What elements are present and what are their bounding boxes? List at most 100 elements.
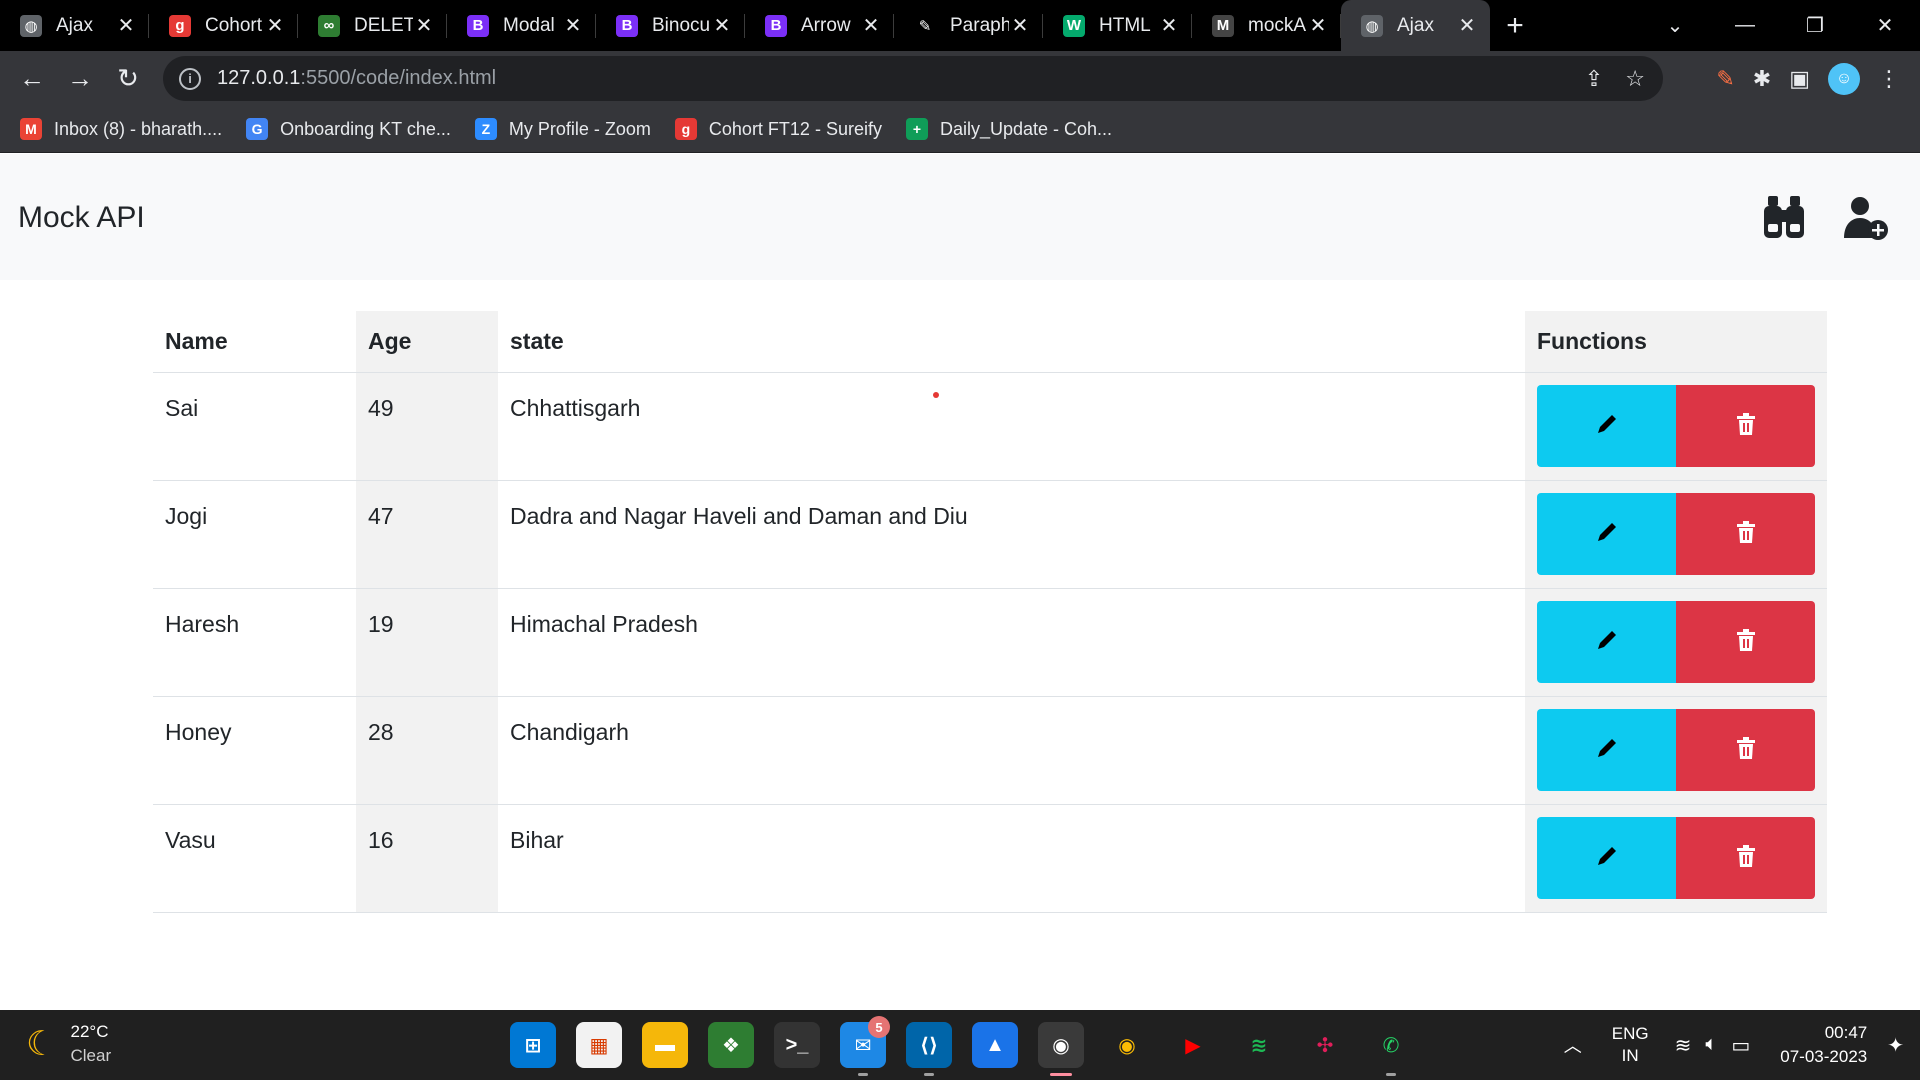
edit-button[interactable] — [1537, 600, 1676, 683]
pencil-icon — [1594, 411, 1620, 440]
tab-close-icon[interactable]: ✕ — [1009, 13, 1031, 38]
restore-button[interactable]: ❐ — [1780, 13, 1850, 38]
youtube-icon[interactable]: ▶ — [1170, 1022, 1216, 1068]
cell-age: 28 — [356, 696, 498, 805]
close-window-button[interactable]: ✕ — [1850, 13, 1920, 38]
browser-tab[interactable]: ∞ DELETE✕ — [298, 0, 447, 51]
share-icon[interactable]: ⇪ — [1585, 66, 1603, 92]
reload-button[interactable]: ↻ — [104, 55, 152, 103]
bookmark-label: Daily_Update - Coh... — [939, 118, 1113, 139]
browser-tab[interactable]: B Binocu ✕ — [596, 0, 745, 51]
vscode-icon[interactable]: ⟨⟩ — [906, 1022, 952, 1076]
trash-icon — [1736, 413, 1756, 438]
page-content: Mock API Name Age state Functions Sai 49… — [0, 154, 1920, 1010]
browser-tab[interactable]: ✎ Paraph ✕ — [894, 0, 1043, 51]
add-user-icon[interactable] — [1842, 194, 1890, 242]
delete-button[interactable] — [1676, 384, 1815, 467]
puzzle-extensions-icon[interactable]: ✱ — [1753, 66, 1771, 92]
bookmark-item[interactable]: M Inbox (8) - bharath.... — [20, 118, 222, 140]
widgets-icon[interactable]: ❖ — [708, 1022, 754, 1068]
notification-icon[interactable]: ✦ — [1887, 1033, 1904, 1058]
tab-search-icon[interactable]: ⌄ — [1640, 13, 1710, 38]
delete-button[interactable] — [1676, 600, 1815, 683]
browser-tab[interactable]: B Modal ✕ — [447, 0, 596, 51]
browser-tab[interactable]: ◍ Ajax ✕ — [1341, 0, 1490, 51]
minimize-button[interactable]: — — [1710, 14, 1780, 37]
edit-button[interactable] — [1537, 492, 1676, 575]
cell-age: 19 — [356, 588, 498, 697]
terminal-icon[interactable]: >_ — [774, 1022, 820, 1068]
tab-close-icon[interactable]: ✕ — [711, 13, 733, 38]
back-button[interactable]: ← — [8, 55, 56, 103]
binoculars-icon[interactable] — [1760, 194, 1808, 242]
cell-functions — [1525, 372, 1827, 481]
tab-close-icon[interactable]: ✕ — [1307, 13, 1329, 38]
delete-button[interactable] — [1676, 816, 1815, 899]
mail-icon[interactable]: ✉ 5 — [840, 1016, 890, 1076]
tab-close-icon[interactable]: ✕ — [264, 13, 286, 38]
bookmark-item[interactable]: g Cohort FT12 - Sureify — [674, 118, 882, 140]
whatsapp-icon[interactable]: ✆ — [1368, 1022, 1414, 1076]
tab-close-icon[interactable]: ✕ — [1456, 13, 1478, 38]
bookmark-star-icon[interactable]: ☆ — [1625, 66, 1645, 92]
quick-settings[interactable]: ≋ 🔈︎ ▭ — [1675, 1033, 1751, 1058]
browser-tab[interactable]: B Arrow ✕ — [745, 0, 894, 51]
new-tab-button[interactable]: + — [1490, 0, 1540, 51]
table-body: Sai 49 Chhattisgarh Jogi 47 Dadra and Nagar H… — [153, 372, 1827, 913]
header-state: state — [498, 311, 1525, 373]
google-drive-icon[interactable]: ▲ — [972, 1022, 1018, 1068]
edit-button[interactable] — [1537, 708, 1676, 791]
tab-close-icon[interactable]: ✕ — [860, 13, 882, 38]
spotify-icon[interactable]: ≋ — [1236, 1022, 1282, 1068]
chrome-icon[interactable]: ◉ — [1038, 1022, 1084, 1076]
store-icon[interactable]: ▦ — [576, 1022, 622, 1068]
delete-button[interactable] — [1676, 492, 1815, 575]
tab-close-icon[interactable]: ✕ — [413, 13, 435, 38]
browser-tab[interactable]: g Cohort ✕ — [149, 0, 298, 51]
trash-icon — [1736, 521, 1756, 546]
bookmark-item[interactable]: Z My Profile - Zoom — [474, 118, 651, 140]
tab-title: mockA — [1248, 14, 1307, 36]
profile-avatar[interactable]: ☺ — [1828, 62, 1860, 95]
file-explorer-icon[interactable]: ▬ — [642, 1022, 688, 1068]
weather-widget[interactable]: ☾ 22°C Clear — [26, 1020, 111, 1068]
edit-button[interactable] — [1537, 384, 1676, 467]
clock[interactable]: 00:47 07-03-2023 — [1780, 1021, 1867, 1069]
tray-overflow-icon[interactable]: ︿ — [1564, 1032, 1582, 1058]
bookmark-item[interactable]: + Daily_Update - Coh... — [905, 118, 1113, 140]
tab-close-icon[interactable]: ✕ — [115, 13, 137, 38]
pen-extension-icon[interactable]: ✎ — [1716, 66, 1734, 92]
browser-tab[interactable]: W HTML ✕ — [1043, 0, 1192, 51]
side-panel-icon[interactable]: ▣ — [1789, 66, 1810, 92]
taskbar-apps: ⊞ ▦ ▬ ❖ >_ ✉ 5 ⟨⟩ ▲ ◉ ◉ ▶ ≋ ✣ ✆ — [510, 1010, 1414, 1080]
window-controls: ⌄ — ❐ ✕ — [1640, 0, 1920, 51]
language-indicator[interactable]: ENG IN — [1612, 1023, 1649, 1067]
slack-icon[interactable]: ✣ — [1302, 1022, 1348, 1068]
tab-close-icon[interactable]: ✕ — [562, 13, 584, 38]
tab-close-icon[interactable]: ✕ — [1158, 13, 1180, 38]
browser-tab[interactable]: MmockA ✕ — [1192, 0, 1341, 51]
cell-functions — [1525, 480, 1827, 589]
edit-button[interactable] — [1537, 816, 1676, 899]
chrome-menu-icon[interactable]: ⋮ — [1878, 66, 1900, 92]
moon-icon: ☾ — [26, 1025, 57, 1063]
start-icon[interactable]: ⊞ — [510, 1022, 556, 1068]
chrome-profile-icon[interactable]: ◉ — [1104, 1022, 1150, 1068]
url-text[interactable]: 127.0.0.1:5500/code/index.html — [217, 67, 496, 90]
site-info-icon[interactable]: i — [179, 67, 201, 90]
w3-icon: W — [1063, 14, 1085, 37]
bookmark-item[interactable]: G Onboarding KT che... — [246, 118, 451, 140]
header-age: Age — [356, 311, 498, 373]
users-table-container: Name Age state Functions Sai 49 Chhattisga… — [153, 311, 1827, 913]
url-path: :5500/code/index.html — [300, 67, 497, 89]
pencil-icon — [1594, 627, 1620, 656]
browser-tab[interactable]: ◍ Ajax ✕ — [0, 0, 149, 51]
delete-button[interactable] — [1676, 708, 1815, 791]
tab-list: ◍Ajax✕gCohort✕∞DELETE✕BModal✕BBinocu✕BAr… — [0, 0, 1490, 51]
navbar-brand[interactable]: Mock API — [18, 201, 145, 235]
cell-state: Himachal Pradesh — [498, 588, 1525, 697]
address-bar[interactable]: i 127.0.0.1:5500/code/index.html ⇪ ☆ — [163, 56, 1663, 101]
forward-button[interactable]: → — [56, 55, 104, 103]
cell-functions — [1525, 588, 1827, 697]
row-actions — [1537, 600, 1815, 683]
